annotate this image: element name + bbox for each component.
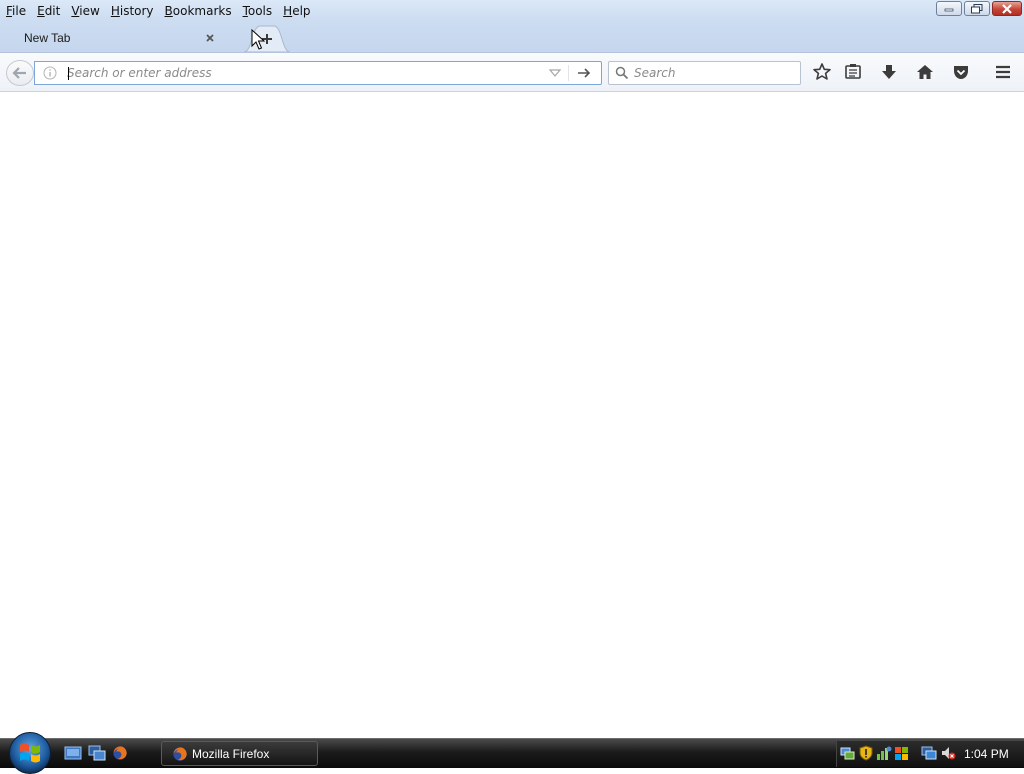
menu-accelerator: E xyxy=(37,3,45,18)
menu-accelerator: B xyxy=(164,3,173,18)
search-input[interactable] xyxy=(634,64,794,82)
text-caret xyxy=(68,67,69,80)
switch-windows-icon[interactable] xyxy=(88,745,106,761)
menu-bar: File Edit View History Bookmarks Tools Help xyxy=(0,0,316,21)
menu-bookmarks[interactable]: Bookmarks xyxy=(159,1,237,21)
address-bar[interactable] xyxy=(34,61,602,85)
network-activity-icon[interactable] xyxy=(876,745,892,761)
mouse-cursor-icon xyxy=(251,29,265,50)
menu-label-rest: dit xyxy=(44,3,61,18)
close-tab-icon[interactable] xyxy=(202,30,218,46)
menu-label-rest: iew xyxy=(79,3,100,18)
site-info-icon[interactable] xyxy=(43,66,57,80)
menu-help[interactable]: Help xyxy=(277,1,315,21)
firefox-window: File Edit View History Bookmarks Tools Help Ne… xyxy=(0,0,1024,738)
system-tray: 1:04 PM xyxy=(836,741,1024,767)
close-window-button[interactable] xyxy=(992,1,1022,16)
taskbar-button-label: Mozilla Firefox xyxy=(192,747,270,761)
show-desktop-icon[interactable] xyxy=(64,745,82,761)
network-icon[interactable] xyxy=(839,745,855,761)
restore-icon xyxy=(971,3,983,13)
search-bar[interactable] xyxy=(608,61,801,85)
windows-logo-icon xyxy=(20,743,40,763)
tab-strip: New Tab xyxy=(0,21,1024,52)
menu-tools[interactable]: Tools xyxy=(237,1,278,21)
bookmark-star-icon xyxy=(813,63,831,80)
window-controls xyxy=(936,1,1022,16)
menu-label-rest: istory xyxy=(119,3,154,18)
hamburger-menu-icon xyxy=(996,65,1010,79)
reading-list-icon xyxy=(845,64,861,79)
home-button[interactable] xyxy=(913,62,937,84)
pocket-icon xyxy=(954,66,968,79)
minimize-button[interactable] xyxy=(936,1,962,16)
dropdown-arrow-icon[interactable] xyxy=(547,66,563,80)
tab-label: New Tab xyxy=(24,31,71,45)
restore-button[interactable] xyxy=(964,1,990,16)
bookmark-button[interactable] xyxy=(810,62,834,84)
menu-file[interactable]: File xyxy=(0,1,31,21)
menu-edit[interactable]: Edit xyxy=(31,1,65,21)
pocket-button[interactable] xyxy=(949,62,973,84)
menu-label-rest: ile xyxy=(12,3,27,18)
title-bar: File Edit View History Bookmarks Tools Help xyxy=(0,0,1024,21)
search-icon xyxy=(615,66,629,80)
url-input[interactable] xyxy=(67,64,537,82)
navigation-toolbar xyxy=(0,52,1024,92)
downloads-icon xyxy=(882,65,896,79)
minimize-icon xyxy=(944,8,954,11)
clock[interactable]: 1:04 PM xyxy=(964,747,1009,761)
back-button[interactable] xyxy=(6,60,34,86)
firefox-icon xyxy=(173,747,187,761)
firefox-icon[interactable] xyxy=(111,745,129,761)
menu-view[interactable]: View xyxy=(65,1,104,21)
menu-label-rest: ookmarks xyxy=(172,3,232,18)
home-icon xyxy=(917,65,933,79)
menu-label-rest: elp xyxy=(292,3,311,18)
close-icon xyxy=(1002,3,1012,14)
menu-accelerator: H xyxy=(110,3,120,18)
volume-muted-icon[interactable] xyxy=(940,745,956,761)
reading-list-button[interactable] xyxy=(841,62,865,84)
tab-new-tab[interactable]: New Tab xyxy=(0,23,232,52)
go-arrow-icon[interactable] xyxy=(575,65,593,81)
security-shield-icon[interactable] xyxy=(858,745,874,761)
downloads-button[interactable] xyxy=(877,62,901,84)
menu-history[interactable]: History xyxy=(105,1,159,21)
menu-label-rest: ools xyxy=(247,3,273,18)
divider xyxy=(568,65,569,81)
windows-taskbar: Mozilla Firefox 1:04 PM xyxy=(0,732,1024,774)
menu-accelerator: H xyxy=(283,3,293,18)
windows-update-icon[interactable] xyxy=(894,745,910,761)
back-arrow-icon xyxy=(12,67,26,79)
taskbar-firefox-button[interactable]: Mozilla Firefox xyxy=(161,741,318,766)
page-content-area[interactable] xyxy=(0,92,1024,738)
network-connection-icon[interactable] xyxy=(921,745,937,761)
open-menu-button[interactable] xyxy=(991,62,1015,84)
